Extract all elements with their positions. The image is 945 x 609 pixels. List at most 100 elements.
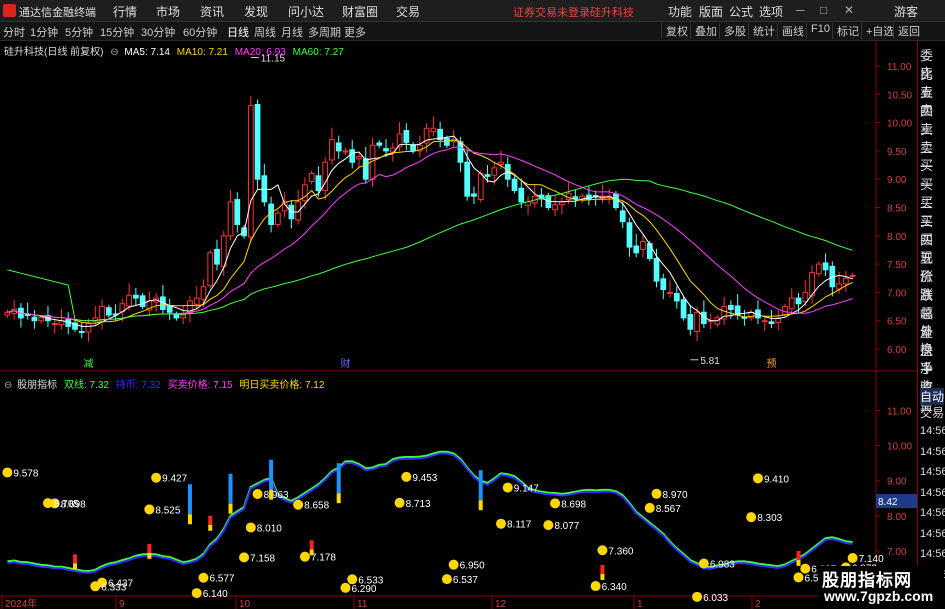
toggle-circle-icon[interactable]: ⊖ — [4, 380, 12, 391]
smiley-icon — [394, 497, 405, 508]
smiley-icon — [800, 563, 811, 574]
guest-label[interactable]: 游客 — [894, 3, 918, 20]
close-icon[interactable]: ✕ — [844, 3, 854, 17]
login-notice[interactable]: 证券交易未登录 — [513, 4, 590, 20]
candle-down — [105, 307, 112, 316]
signal-value-label: 8.963 — [264, 490, 289, 501]
candle-up — [193, 297, 200, 305]
signal-bar-red — [73, 554, 77, 564]
smiley-icon — [191, 588, 202, 599]
ma20-label: MA20: 6.93 — [234, 47, 286, 58]
menu-formula[interactable]: 公式 — [729, 3, 753, 20]
candle-down — [65, 319, 72, 327]
maximize-icon[interactable]: □ — [820, 3, 827, 17]
signal-value-label: 7.158 — [250, 553, 275, 564]
y-tick-label: 10.50 — [887, 90, 912, 101]
y-tick-label: 9.00 — [887, 477, 907, 488]
signal-bar-yellow — [187, 514, 192, 525]
candle-down — [78, 330, 85, 333]
menu-quotes[interactable]: 行情 — [113, 3, 137, 20]
signal-value-label: 8.303 — [757, 513, 782, 524]
menu-market[interactable]: 市场 — [156, 3, 180, 20]
smiley-icon — [746, 512, 757, 523]
mark-button[interactable]: 标记 — [832, 23, 859, 39]
tab-period-60m[interactable]: 60分钟 — [183, 24, 217, 40]
smiley-icon — [293, 499, 304, 510]
candle-down — [822, 262, 829, 271]
menu-trade[interactable]: 交易 — [396, 3, 420, 20]
indicator-legend-price: 买卖价格: 7.15 — [167, 380, 233, 391]
event-marker: 预 — [766, 358, 776, 370]
minimize-icon[interactable]: ─ — [796, 3, 805, 17]
menu-options[interactable]: 选项 — [759, 3, 783, 20]
menu-wealth[interactable]: 财富圈 — [342, 3, 378, 20]
candle-up — [842, 277, 849, 285]
signal-bar-yellow — [309, 549, 314, 556]
signal-value-label: 9.453 — [412, 473, 437, 484]
signal-bar-blue — [228, 473, 233, 504]
watermark: 股朋指标网 www.7gpzb.com — [818, 566, 944, 609]
candle-down — [24, 313, 31, 316]
back-button[interactable]: 返回 — [893, 23, 920, 39]
candle-up — [51, 323, 58, 326]
candle-up — [308, 173, 315, 182]
draw-button[interactable]: 画线 — [777, 23, 804, 39]
signal-value-label: 9.147 — [514, 484, 539, 495]
signal-bar-yellow — [208, 524, 213, 531]
signal-value-label: 8.525 — [155, 505, 180, 516]
candle-up — [247, 105, 254, 238]
menu-discover[interactable]: 发现 — [244, 3, 268, 20]
overlay-button[interactable]: 叠加 — [690, 23, 717, 39]
tab-period-30m[interactable]: 30分钟 — [141, 24, 175, 40]
y-tick-label: 11.00 — [887, 407, 912, 418]
tab-period-week[interactable]: 周线 — [254, 24, 276, 40]
tab-period-multi[interactable]: 多周期 — [308, 24, 341, 40]
signal-value-label: 6.950 — [460, 561, 485, 572]
candle-down — [166, 305, 173, 313]
menu-layout[interactable]: 版面 — [699, 3, 723, 20]
side-tab[interactable]: 自动 — [920, 388, 945, 405]
toggle-circle-icon[interactable]: ⊖ — [110, 47, 118, 58]
side-tab[interactable]: 交易 — [920, 404, 944, 421]
signal-value-label: 8.698 — [561, 499, 586, 510]
adjust-button[interactable]: 复权 — [661, 23, 688, 39]
candle-up — [126, 294, 132, 307]
signal-value-label: 6.033 — [703, 593, 728, 604]
x-tick-label: 9 — [119, 599, 125, 609]
stats-button[interactable]: 统计 — [748, 23, 775, 39]
y-tick-label: 10.00 — [887, 119, 912, 130]
candle-up — [788, 297, 795, 310]
signal-value-label: 6.290 — [351, 584, 376, 595]
menu-news[interactable]: 资讯 — [200, 3, 224, 20]
candle-up — [180, 314, 187, 319]
smiley-icon — [347, 574, 358, 585]
tab-period-more[interactable]: 更多 — [344, 24, 366, 40]
tab-period-tick[interactable]: 分时 — [3, 24, 25, 40]
f10-button[interactable]: F10 — [806, 23, 830, 39]
ma5-label: MA5: 7.14 — [124, 47, 170, 58]
price-tag: 8.42 — [878, 497, 898, 508]
tab-period-5m[interactable]: 5分钟 — [65, 24, 93, 40]
menu-ask[interactable]: 问小达 — [288, 3, 324, 20]
tab-period-month[interactable]: 月线 — [281, 24, 303, 40]
smiley-icon — [144, 504, 155, 515]
tab-period-1m[interactable]: 1分钟 — [30, 24, 58, 40]
candle-down — [315, 175, 322, 192]
tab-period-day[interactable]: 日线 — [227, 24, 249, 40]
signal-bar-yellow — [269, 489, 274, 500]
ma10-label: MA10: 7.21 — [176, 47, 228, 58]
menu-functions[interactable]: 功能 — [668, 3, 692, 20]
signal-value-label: 8.970 — [663, 490, 688, 501]
indicator-legend-tomorrow: 明日买卖价格: 7.12 — [239, 380, 325, 391]
multi-stock-button[interactable]: 多股 — [719, 23, 746, 39]
tick-time: 14:56 — [920, 527, 945, 540]
tab-period-15m[interactable]: 15分钟 — [100, 24, 134, 40]
signal-value-label: 6.577 — [209, 574, 234, 585]
tick-time: 14:56 — [920, 486, 945, 499]
signal-value-label: 8.567 — [656, 504, 681, 515]
chart-canvas[interactable]: 11.155.81减财预 11.0010.5010.009.509.008.50… — [0, 41, 917, 609]
smiley-icon — [90, 581, 101, 592]
candle-down — [403, 130, 410, 143]
y-tick-label: 7.50 — [887, 260, 907, 271]
add-watchlist-button[interactable]: +自选 — [861, 23, 894, 39]
